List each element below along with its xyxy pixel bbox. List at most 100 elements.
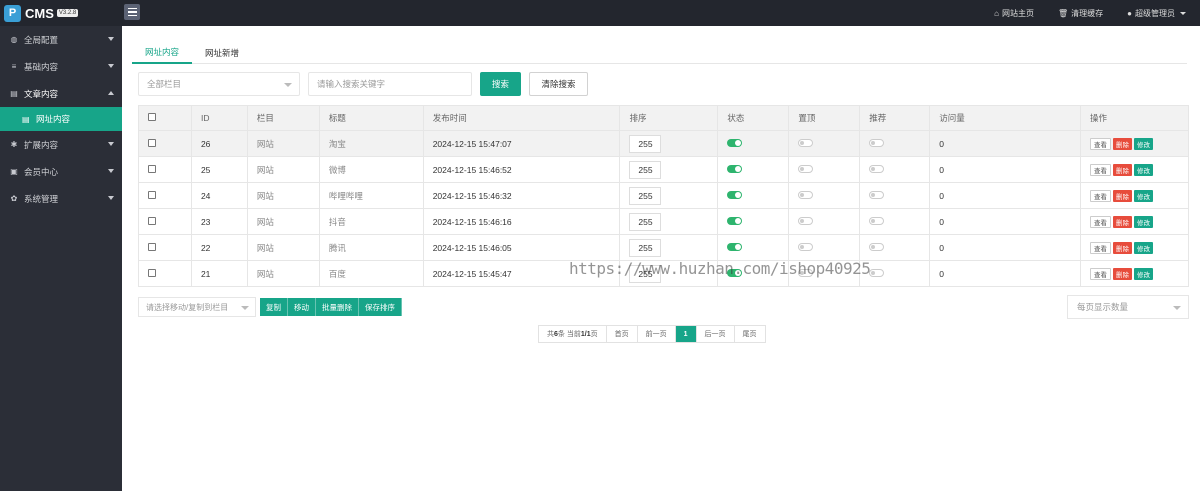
edit-button[interactable]: 修改 (1134, 189, 1153, 202)
delete-button[interactable]: 删除 (1113, 163, 1132, 176)
view-button[interactable]: 查看 (1090, 241, 1111, 254)
batch-delete-button[interactable]: 批量删除 (316, 298, 359, 316)
row-time: 2024-12-15 15:46:32 (422, 182, 621, 209)
search-button[interactable]: 搜索 (480, 71, 521, 96)
row-checkbox[interactable] (148, 138, 156, 147)
sort-input[interactable]: 255 (629, 134, 662, 153)
header-actions: 操作 (1080, 105, 1189, 131)
first-page-button[interactable]: 首页 (606, 326, 638, 342)
sidebar-item-label: 基础内容 (24, 61, 59, 72)
delete-button[interactable]: 删除 (1113, 137, 1132, 150)
delete-button[interactable]: 删除 (1113, 241, 1132, 254)
file-icon: ▤ (22, 114, 30, 124)
sidebar-item-member-center[interactable]: ▣ 会员中心 (0, 158, 122, 185)
recommend-toggle[interactable] (869, 190, 885, 199)
view-button[interactable]: 查看 (1090, 163, 1111, 176)
select-all-checkbox[interactable] (148, 113, 156, 121)
user-menu[interactable]: ● 超级管理员 (1127, 8, 1186, 19)
edit-button[interactable]: 修改 (1134, 163, 1153, 176)
view-button[interactable]: 查看 (1090, 267, 1111, 280)
top-toggle[interactable] (798, 138, 814, 147)
row-checkbox[interactable] (148, 164, 156, 173)
save-sort-button[interactable]: 保存排序 (359, 298, 402, 316)
next-page-button[interactable]: 后一页 (696, 326, 735, 342)
status-toggle[interactable] (727, 138, 743, 147)
row-checkbox[interactable] (148, 216, 156, 225)
sort-input[interactable]: 255 (629, 186, 662, 205)
recommend-toggle[interactable] (869, 242, 885, 251)
last-page-button[interactable]: 尾页 (734, 326, 765, 342)
target-category-select[interactable]: 请选择移动/复制到栏目 (138, 297, 256, 317)
row-checkbox[interactable] (148, 268, 156, 277)
status-toggle[interactable] (727, 190, 743, 199)
status-toggle[interactable] (727, 164, 743, 173)
edit-button[interactable]: 修改 (1134, 241, 1153, 254)
top-toggle[interactable] (798, 164, 814, 173)
recommend-toggle[interactable] (869, 138, 885, 147)
view-button[interactable]: 查看 (1090, 137, 1111, 150)
recommend-toggle[interactable] (869, 164, 885, 173)
delete-button[interactable]: 删除 (1113, 267, 1132, 280)
tab-url-content[interactable]: 网址内容 (132, 42, 193, 64)
row-checkbox[interactable] (148, 242, 156, 251)
file-icon: ▤ (10, 89, 18, 98)
prev-page-button[interactable]: 前一页 (637, 326, 676, 342)
home-link-label: 网站主页 (1002, 8, 1034, 18)
sidebar-item-article-content[interactable]: ▤ 文章内容 (0, 80, 122, 107)
current-page-button[interactable]: 1 (675, 326, 697, 342)
sliders-icon: ≡ (11, 62, 17, 71)
sidebar-item-url-content[interactable]: ▤ 网址内容 (0, 107, 122, 131)
status-toggle[interactable] (727, 242, 743, 251)
brand-name: CMS (25, 5, 54, 21)
hamburger-icon (127, 7, 137, 10)
status-toggle[interactable] (727, 216, 743, 225)
move-button[interactable]: 移动 (288, 298, 316, 316)
row-checkbox[interactable] (148, 190, 156, 199)
tab-url-add[interactable]: 网址新增 (192, 42, 252, 64)
puzzle-icon: ✱ (10, 140, 18, 149)
clear-cache-label: 清理缓存 (1071, 8, 1104, 18)
menu-toggle-button[interactable] (124, 4, 140, 20)
row-category: 网站 (246, 260, 320, 287)
row-id: 21 (190, 260, 248, 287)
row-title: 抖音 (318, 208, 424, 235)
edit-button[interactable]: 修改 (1134, 215, 1153, 228)
sort-input[interactable]: 255 (629, 212, 662, 231)
table-header-row: ID 栏目 标题 发布时间 排序 状态 置顶 推荐 访问量 操作 (138, 105, 1189, 131)
view-button[interactable]: 查看 (1090, 189, 1111, 202)
per-page-select[interactable]: 每页显示数量 (1067, 295, 1189, 319)
header-category: 栏目 (246, 105, 320, 131)
delete-button[interactable]: 删除 (1113, 189, 1132, 202)
top-toggle[interactable] (798, 216, 814, 225)
row-views: 0 (929, 156, 1081, 183)
delete-button[interactable]: 删除 (1113, 215, 1132, 228)
clear-search-button[interactable]: 清除搜索 (529, 71, 588, 96)
row-category: 网站 (246, 182, 320, 209)
copy-button[interactable]: 复制 (260, 298, 288, 316)
sidebar-item-basic-content[interactable]: ≡ 基础内容 (0, 53, 122, 80)
category-select[interactable]: 全部栏目 (138, 71, 300, 96)
trash-icon: 🗑 (1058, 8, 1069, 18)
sidebar-item-global-config[interactable]: ◍ 全局配置 (0, 26, 122, 53)
brand-logo[interactable]: P CMS V3.2.8 (0, 0, 122, 26)
top-toggle[interactable] (798, 242, 814, 251)
clear-cache-link[interactable]: 🗑 清理缓存 (1058, 8, 1103, 19)
home-link[interactable]: ⌂ 网站主页 (994, 8, 1034, 19)
edit-button[interactable]: 修改 (1134, 137, 1153, 150)
sidebar-item-system-management[interactable]: ✿ 系统管理 (0, 185, 122, 212)
sort-input[interactable]: 255 (629, 160, 662, 179)
top-toggle[interactable] (798, 190, 814, 199)
row-category: 网站 (246, 156, 320, 183)
row-id: 25 (190, 156, 248, 183)
row-title: 百度 (318, 260, 424, 287)
chevron-down-icon (1173, 306, 1181, 310)
row-time: 2024-12-15 15:46:05 (422, 234, 621, 261)
recommend-toggle[interactable] (869, 216, 885, 225)
keyword-search-input[interactable]: 请输入搜索关键字 (308, 71, 472, 96)
recommend-toggle[interactable] (869, 268, 885, 277)
edit-button[interactable]: 修改 (1134, 267, 1153, 280)
sort-input[interactable]: 255 (629, 238, 662, 257)
row-id: 26 (190, 130, 248, 157)
sidebar-item-extension-content[interactable]: ✱ 扩展内容 (0, 131, 122, 158)
view-button[interactable]: 查看 (1090, 215, 1111, 228)
